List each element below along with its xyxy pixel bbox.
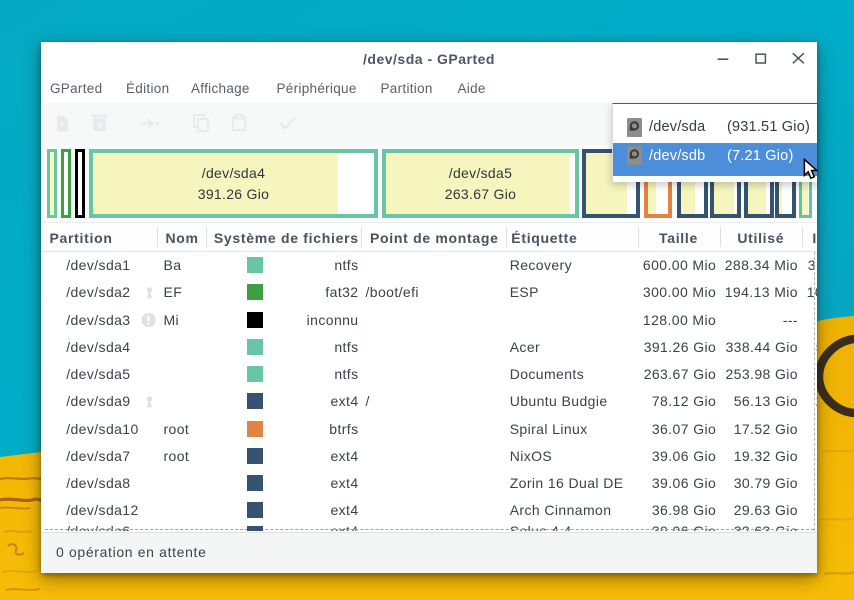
svg-text:x: x xyxy=(97,120,102,130)
svg-text:+: + xyxy=(59,120,64,130)
